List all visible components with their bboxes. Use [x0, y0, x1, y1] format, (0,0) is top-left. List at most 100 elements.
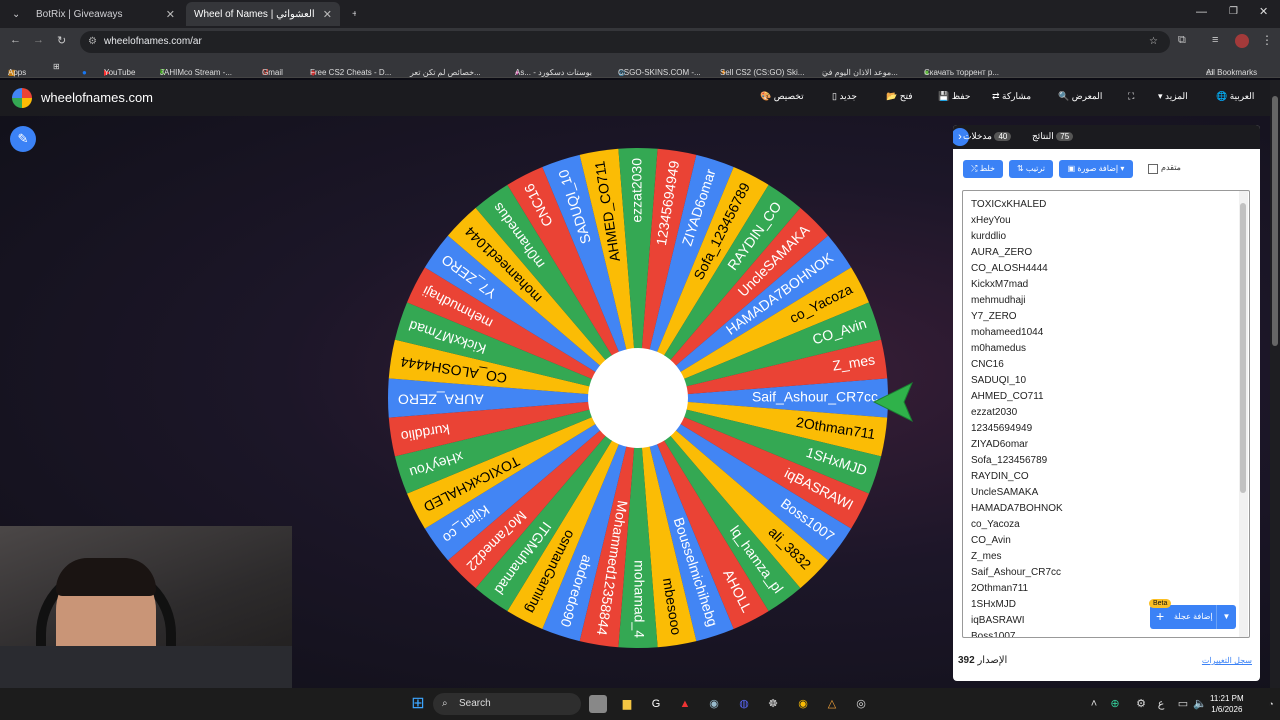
- url-input[interactable]: ⚙ wheelofnames.com/ar ☆: [80, 31, 1170, 53]
- nav-language[interactable]: 🌐 العربية: [1216, 91, 1254, 102]
- discord-icon[interactable]: ◍: [735, 695, 753, 713]
- entry-line: Boss1007: [971, 631, 1016, 638]
- site-title[interactable]: wheelofnames.com: [41, 90, 153, 105]
- streamer-shirt: [0, 646, 292, 688]
- clock-time: 11:21 PM: [1210, 694, 1244, 703]
- minimize-icon[interactable]: —: [1196, 6, 1207, 18]
- taskbar-search[interactable]: ⌕ Search: [433, 693, 581, 715]
- panel-tabs: › مدخلات 40 النتائج 75: [953, 125, 1260, 149]
- beta-badge: Beta: [1149, 599, 1172, 608]
- tab-results[interactable]: النتائج 75: [1032, 131, 1076, 142]
- streamer-hair: [56, 558, 156, 596]
- page-scrollbar-thumb[interactable]: [1272, 96, 1278, 346]
- nav-save[interactable]: 💾 حفظ: [938, 91, 970, 102]
- task-view-icon[interactable]: [589, 695, 607, 713]
- entry-line: KickxM7mad: [971, 279, 1029, 290]
- entry-line: RAYDIN_CO: [971, 471, 1029, 482]
- restore-icon[interactable]: ❐: [1229, 6, 1238, 17]
- entry-line: Sofa_123456789: [971, 455, 1048, 466]
- grid-icon[interactable]: ⊞: [53, 62, 60, 71]
- add-wheel-button[interactable]: + إضافة عجلة ▼: [1150, 605, 1236, 629]
- network-icon[interactable]: ▭: [1174, 695, 1192, 713]
- avatar[interactable]: [1235, 34, 1249, 48]
- notifications-icon[interactable]: ◔: [1262, 695, 1280, 713]
- system-clock[interactable]: 11:21 PM 1/6/2026: [1210, 693, 1244, 715]
- shuffle-button[interactable]: ⤮ خلط: [963, 160, 1003, 178]
- chevron-down-icon[interactable]: ▼: [1216, 605, 1236, 629]
- tab-title: Wheel of Names | اسم العشوائي: [194, 8, 317, 20]
- tray-settings-icon[interactable]: ⚙: [1132, 695, 1150, 713]
- nav-more[interactable]: ▾ المزيد: [1158, 91, 1188, 102]
- tab-search-button[interactable]: ⌄: [4, 2, 26, 26]
- windows-start-icon[interactable]: ⊞: [409, 695, 427, 713]
- app-orange-icon[interactable]: △: [823, 695, 841, 713]
- tray-app-icon[interactable]: ⊕: [1106, 695, 1124, 713]
- back-icon[interactable]: ←: [10, 34, 21, 46]
- name-wheel[interactable]: Saif_Ashour_CR7cc2Othman7111SHxMJDiqBASR…: [386, 146, 890, 650]
- nav-open[interactable]: 📂 فتح: [886, 91, 913, 102]
- entry-line: m0hamedus: [971, 343, 1027, 354]
- plus-icon: +: [1156, 608, 1165, 624]
- changelog-link[interactable]: سجل التغييرات: [1202, 656, 1252, 665]
- file-explorer-icon[interactable]: ▆: [618, 695, 636, 713]
- nav-new[interactable]: ▯ جديد: [832, 91, 857, 102]
- windows-taskbar: ⊞ ⌕ Search ▆ G ▲ ◉ ◍ ☸ ◉ △ ◎ ˄ ⊕ ⚙ ع ▭ 🔈 …: [0, 688, 1280, 720]
- entry-line: co_Yacoza: [971, 519, 1020, 530]
- entry-line: kurddlio: [971, 231, 1007, 242]
- version-value: 392: [958, 655, 975, 666]
- sort-button[interactable]: ⇅ ترتيب: [1009, 160, 1053, 178]
- entries-textarea[interactable]: TOXICxKHALED xHeyYou kurddlio AURA_ZERO CO_A…: [962, 190, 1250, 638]
- edit-pencil-icon[interactable]: ✎: [10, 126, 36, 152]
- tab-wheel-of-names[interactable]: Wheel of Names | اسم العشوائي ✕: [186, 2, 340, 26]
- nav-gallery[interactable]: 🔍 المعرض: [1058, 91, 1102, 102]
- fullscreen-icon[interactable]: ⛶: [1128, 91, 1134, 102]
- close-window-icon[interactable]: ✕: [1259, 5, 1268, 18]
- close-icon[interactable]: ✕: [323, 8, 332, 21]
- wheel-slice-label: Saif_Ashour_CR7cc: [752, 389, 878, 405]
- tab-entries[interactable]: مدخلات 40: [963, 131, 1014, 142]
- site-logo-icon[interactable]: [12, 88, 32, 108]
- nav-share[interactable]: ⇄ مشاركة: [992, 91, 1031, 102]
- page-scrollbar[interactable]: [1270, 80, 1280, 688]
- steam-icon[interactable]: ◉: [705, 695, 723, 713]
- bookmark-star-icon[interactable]: ☆: [1149, 31, 1158, 53]
- menu-icon[interactable]: ⋮: [1261, 33, 1273, 47]
- forward-icon[interactable]: →: [33, 34, 44, 46]
- nav-customize[interactable]: 🎨 تخصيص: [760, 91, 804, 102]
- add-wheel-label: إضافة عجلة: [1174, 612, 1213, 621]
- obs-icon[interactable]: ◎: [852, 695, 870, 713]
- wheel-center-hub[interactable]: [588, 348, 688, 448]
- add-image-button[interactable]: ▣ إضافة صورة ▾: [1059, 160, 1133, 178]
- app-wheel-icon[interactable]: ☸: [764, 695, 782, 713]
- advanced-checkbox[interactable]: [1148, 164, 1158, 174]
- volume-icon[interactable]: 🔈: [1191, 695, 1209, 713]
- language-icon[interactable]: ع: [1152, 695, 1170, 713]
- tray-chevron-icon[interactable]: ˄: [1085, 695, 1103, 713]
- url-text: wheelofnames.com/ar: [104, 36, 202, 47]
- scrollbar-thumb[interactable]: [1240, 203, 1246, 493]
- extensions-icon[interactable]: ⧉: [1178, 34, 1186, 47]
- close-icon[interactable]: ✕: [166, 8, 175, 21]
- app-red-icon[interactable]: ▲: [676, 695, 694, 713]
- site-info-icon[interactable]: ⚙: [88, 31, 97, 53]
- address-bar-row: ← → ↻ ⚙ wheelofnames.com/ar ☆ ⧉ ≡ ⋮: [0, 28, 1280, 56]
- browser-tab-strip: ⌄ BotRix | Giveaways ✕ Wheel of Names | ا…: [0, 0, 1280, 28]
- reload-icon[interactable]: ↻: [57, 34, 66, 47]
- chrome-icon[interactable]: ◉: [794, 695, 812, 713]
- entries-scrollbar[interactable]: [1239, 191, 1248, 637]
- media-icon[interactable]: ≡: [1212, 34, 1218, 46]
- entry-line: Saif_Ashour_CR7cc: [971, 567, 1062, 578]
- version-info: 392 الإصدار: [958, 655, 1007, 666]
- entry-line: mohameed1044: [971, 327, 1044, 338]
- entry-line: mehmudhaji: [971, 295, 1026, 306]
- app-g-icon[interactable]: G: [647, 695, 665, 713]
- advanced-label: متقدم: [1161, 163, 1181, 172]
- entry-line: Y7_ZERO: [971, 311, 1017, 322]
- tab-botrix[interactable]: BotRix | Giveaways ✕: [28, 2, 183, 26]
- wheel-pointer-arrow: [872, 381, 913, 423]
- entry-line: TOXICxKHALED: [971, 199, 1047, 210]
- entry-line: AURA_ZERO: [971, 247, 1033, 258]
- entry-line: Z_mes: [971, 551, 1002, 562]
- new-tab-button[interactable]: +: [344, 2, 364, 26]
- clock-date: 1/6/2026: [1211, 705, 1243, 714]
